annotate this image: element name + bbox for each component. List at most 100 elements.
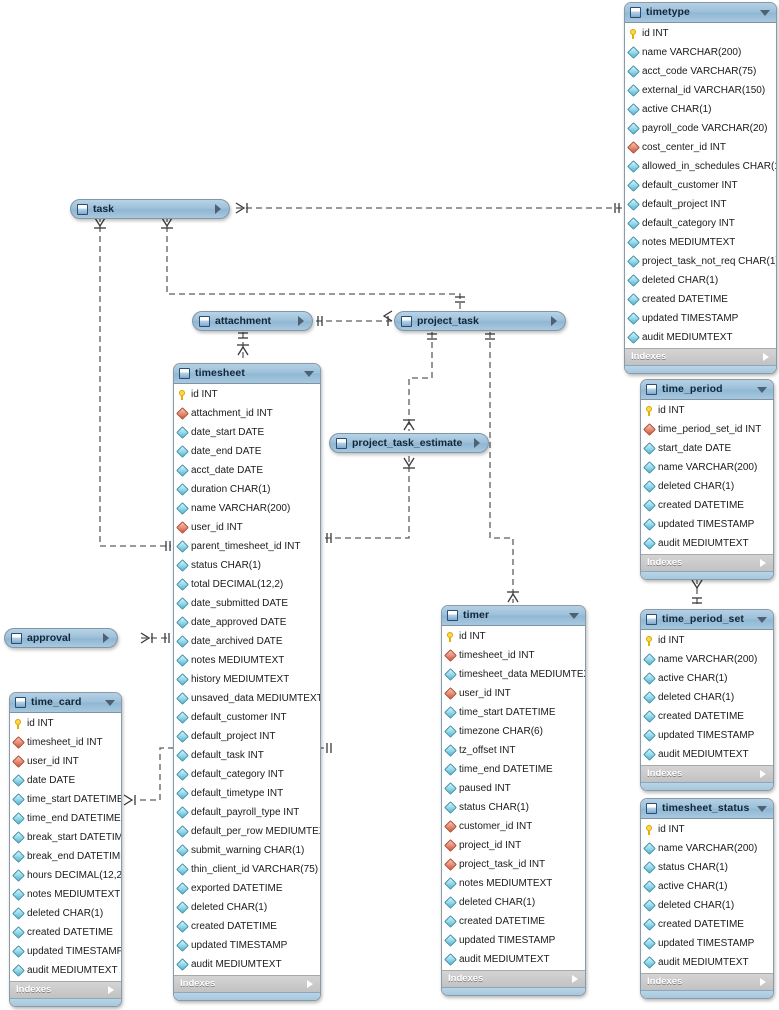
column-row[interactable]: active CHAR(1) xyxy=(625,100,776,119)
column-row[interactable]: audit MEDIUMTEXT xyxy=(641,953,773,972)
table-header-time_card[interactable]: time_card xyxy=(10,693,121,713)
column-row[interactable]: created DATETIME xyxy=(641,707,773,726)
column-row[interactable]: id INT xyxy=(442,627,585,646)
table-timer[interactable]: timer id INT timesheet_id INT timesheet_dat… xyxy=(441,605,586,996)
column-row[interactable]: id INT xyxy=(641,820,773,839)
column-row[interactable]: time_end DATETIME xyxy=(442,760,585,779)
column-row[interactable]: timezone CHAR(6) xyxy=(442,722,585,741)
column-row[interactable]: user_id INT xyxy=(10,752,121,771)
column-row[interactable]: id INT xyxy=(174,385,320,404)
column-row[interactable]: name VARCHAR(200) xyxy=(641,650,773,669)
column-row[interactable]: hours DECIMAL(12,2) xyxy=(10,866,121,885)
column-row[interactable]: audit MEDIUMTEXT xyxy=(174,955,320,974)
column-row[interactable]: paused INT xyxy=(442,779,585,798)
column-row[interactable]: updated TIMESTAMP xyxy=(442,931,585,950)
column-row[interactable]: default_category INT xyxy=(174,765,320,784)
column-row[interactable]: default_timetype INT xyxy=(174,784,320,803)
column-row[interactable]: submit_warning CHAR(1) xyxy=(174,841,320,860)
column-row[interactable]: timesheet_data MEDIUMTEXT xyxy=(442,665,585,684)
column-row[interactable]: created DATETIME xyxy=(625,290,776,309)
column-row[interactable]: created DATETIME xyxy=(10,923,121,942)
column-row[interactable]: updated TIMESTAMP xyxy=(641,934,773,953)
column-row[interactable]: duration CHAR(1) xyxy=(174,480,320,499)
table-header-timesheet[interactable]: timesheet xyxy=(174,364,320,384)
column-row[interactable]: parent_timesheet_id INT xyxy=(174,537,320,556)
column-row[interactable]: exported DATETIME xyxy=(174,879,320,898)
column-row[interactable]: history MEDIUMTEXT xyxy=(174,670,320,689)
chevron-right-icon[interactable] xyxy=(551,316,557,326)
column-row[interactable]: default_project INT xyxy=(174,727,320,746)
chevron-right-icon[interactable] xyxy=(474,438,480,448)
column-row[interactable]: updated TIMESTAMP xyxy=(174,936,320,955)
column-row[interactable]: id INT xyxy=(641,631,773,650)
column-row[interactable]: name VARCHAR(200) xyxy=(641,839,773,858)
table-time_period[interactable]: time_period id INT time_period_set_id INT s… xyxy=(640,379,774,580)
column-row[interactable]: break_end DATETIME xyxy=(10,847,121,866)
column-row[interactable]: default_customer INT xyxy=(174,708,320,727)
column-row[interactable]: date_approved DATE xyxy=(174,613,320,632)
table-header-time_period[interactable]: time_period xyxy=(641,380,773,400)
column-row[interactable]: date_archived DATE xyxy=(174,632,320,651)
column-row[interactable]: status CHAR(1) xyxy=(442,798,585,817)
column-row[interactable]: default_category INT xyxy=(625,214,776,233)
chevron-right-icon[interactable] xyxy=(760,978,766,986)
indexes-section-timesheet_status[interactable]: Indexes xyxy=(641,973,773,990)
indexes-section-time_card[interactable]: Indexes xyxy=(10,981,121,998)
column-row[interactable]: updated TIMESTAMP xyxy=(641,726,773,745)
column-row[interactable]: name VARCHAR(200) xyxy=(625,43,776,62)
column-row[interactable]: audit MEDIUMTEXT xyxy=(442,950,585,969)
chevron-down-icon[interactable] xyxy=(757,616,767,623)
chevron-right-icon[interactable] xyxy=(760,770,766,778)
column-row[interactable]: project_task_id INT xyxy=(442,855,585,874)
table-header-timer[interactable]: timer xyxy=(442,606,585,626)
column-row[interactable]: total DECIMAL(12,2) xyxy=(174,575,320,594)
table-header-timetype[interactable]: timetype xyxy=(625,3,776,23)
column-row[interactable]: deleted CHAR(1) xyxy=(641,688,773,707)
collapsed-table-project_task_estimate[interactable]: project_task_estimate xyxy=(329,433,489,453)
column-row[interactable]: active CHAR(1) xyxy=(641,877,773,896)
chevron-right-icon[interactable] xyxy=(763,353,769,361)
column-row[interactable]: cost_center_id INT xyxy=(625,138,776,157)
column-row[interactable]: updated TIMESTAMP xyxy=(641,515,773,534)
column-row[interactable]: default_payroll_type INT xyxy=(174,803,320,822)
table-time_card[interactable]: time_card id INT timesheet_id INT user_id I… xyxy=(9,692,122,1007)
column-row[interactable]: notes MEDIUMTEXT xyxy=(442,874,585,893)
column-row[interactable]: tz_offset INT xyxy=(442,741,585,760)
column-row[interactable]: thin_client_id VARCHAR(75) xyxy=(174,860,320,879)
column-row[interactable]: deleted CHAR(1) xyxy=(174,898,320,917)
chevron-down-icon[interactable] xyxy=(757,805,767,812)
column-row[interactable]: time_end DATETIME xyxy=(10,809,121,828)
chevron-right-icon[interactable] xyxy=(572,975,578,983)
column-row[interactable]: time_start DATETIME xyxy=(10,790,121,809)
chevron-down-icon[interactable] xyxy=(105,699,115,706)
indexes-section-time_period_set[interactable]: Indexes xyxy=(641,765,773,782)
collapsed-table-project_task[interactable]: project_task xyxy=(394,311,566,331)
chevron-down-icon[interactable] xyxy=(760,9,770,16)
indexes-section-timesheet[interactable]: Indexes xyxy=(174,975,320,992)
column-row[interactable]: default_per_row MEDIUMTEXT xyxy=(174,822,320,841)
indexes-section-time_period[interactable]: Indexes xyxy=(641,554,773,571)
column-row[interactable]: allowed_in_schedules CHAR(1) xyxy=(625,157,776,176)
column-row[interactable]: project_id INT xyxy=(442,836,585,855)
indexes-section-timetype[interactable]: Indexes xyxy=(625,348,776,365)
eer-diagram-canvas[interactable]: timetype id INT name VARCHAR(200) acct_code… xyxy=(0,0,779,1010)
column-row[interactable]: deleted CHAR(1) xyxy=(442,893,585,912)
table-timetype[interactable]: timetype id INT name VARCHAR(200) acct_code… xyxy=(624,2,777,374)
chevron-right-icon[interactable] xyxy=(760,559,766,567)
chevron-down-icon[interactable] xyxy=(569,612,579,619)
column-row[interactable]: acct_date DATE xyxy=(174,461,320,480)
column-row[interactable]: attachment_id INT xyxy=(174,404,320,423)
column-row[interactable]: time_start DATETIME xyxy=(442,703,585,722)
column-row[interactable]: date_start DATE xyxy=(174,423,320,442)
column-row[interactable]: external_id VARCHAR(150) xyxy=(625,81,776,100)
column-row[interactable]: acct_code VARCHAR(75) xyxy=(625,62,776,81)
table-timesheet_status[interactable]: timesheet_status id INT name VARCHAR(200) s… xyxy=(640,798,774,999)
column-row[interactable]: deleted CHAR(1) xyxy=(641,896,773,915)
column-row[interactable]: deleted CHAR(1) xyxy=(641,477,773,496)
collapsed-table-attachment[interactable]: attachment xyxy=(192,311,313,331)
column-row[interactable]: updated TIMESTAMP xyxy=(625,309,776,328)
column-row[interactable]: time_period_set_id INT xyxy=(641,420,773,439)
table-header-time_period_set[interactable]: time_period_set xyxy=(641,610,773,630)
column-row[interactable]: timesheet_id INT xyxy=(442,646,585,665)
column-row[interactable]: user_id INT xyxy=(442,684,585,703)
